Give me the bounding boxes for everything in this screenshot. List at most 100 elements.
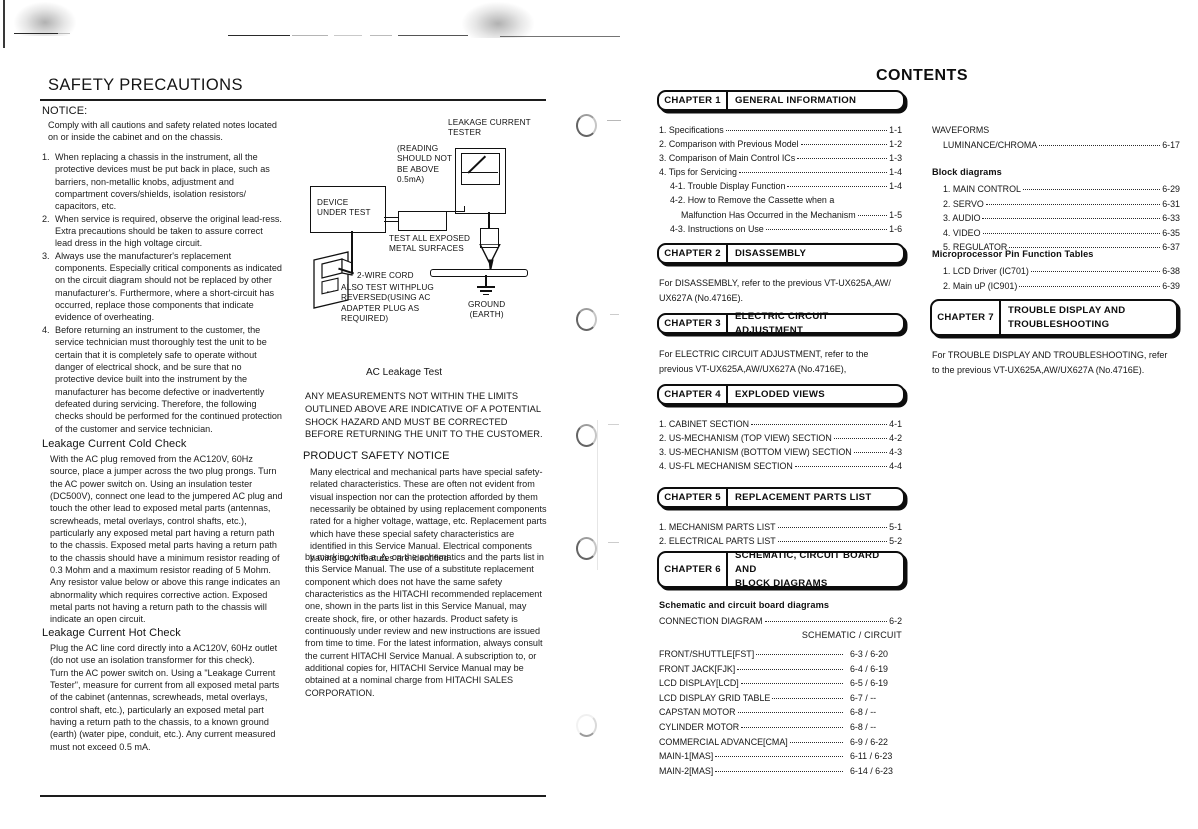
toc-row[interactable]: Malfunction Has Occurred in the Mechanis… bbox=[659, 208, 902, 222]
scan-tick-line bbox=[292, 35, 328, 36]
chapter-box-1: CHAPTER 1 GENERAL INFORMATION bbox=[657, 90, 905, 111]
toc-row[interactable]: 1. CABINET SECTION 4-1 bbox=[659, 417, 902, 431]
block-diagrams-heading: Block diagrams bbox=[932, 167, 1002, 177]
page-title: SAFETY PRECAUTIONS bbox=[48, 76, 243, 94]
scan-tick-line bbox=[58, 33, 70, 34]
two-wire-cord-vertical bbox=[351, 231, 353, 273]
chapter-title: REPLACEMENT PARTS LIST bbox=[735, 491, 872, 503]
ac-leakage-test-diagram: LEAKAGE CURRENT TESTER (READING SHOULD N… bbox=[300, 110, 556, 355]
toc-row[interactable]: 2. Comparison with Previous Model 1-2 bbox=[659, 137, 902, 151]
toc-row[interactable]: CAPSTAN MOTOR 6-8 / -- bbox=[659, 705, 902, 720]
leader-dots bbox=[715, 756, 843, 758]
leader-dots bbox=[741, 726, 843, 728]
list-item: 3. Always use the manufacturer's replacem… bbox=[42, 250, 282, 323]
toc-row[interactable]: MAIN-1[MAS] 6-11 / 6-23 bbox=[659, 749, 902, 764]
list-item: 1. When replacing a chassis in the instru… bbox=[42, 152, 270, 212]
leader-dots bbox=[1039, 145, 1161, 146]
toc-row[interactable]: 1. Specifications 1-1 bbox=[659, 123, 902, 137]
toc-row[interactable]: LCD DISPLAY GRID TABLE 6-7 / -- bbox=[659, 691, 902, 706]
diagram-label-device: DEVICE UNDER TEST bbox=[317, 198, 371, 218]
leader-dots bbox=[764, 621, 888, 622]
ground-stem bbox=[485, 275, 487, 286]
diagram-label-ground: GROUND (EARTH) bbox=[468, 300, 506, 320]
ground-probe-tip-icon bbox=[479, 244, 501, 270]
leader-dots bbox=[725, 130, 888, 131]
leader-dots bbox=[982, 218, 1161, 220]
scan-smudge bbox=[462, 2, 534, 38]
dut-to-probe-lead-bottom bbox=[384, 221, 398, 223]
product-safety-body-part1: Many electrical and mechanical parts hav… bbox=[310, 467, 547, 564]
toc-row[interactable]: 3. Comparison of Main Control ICs 1-3 bbox=[659, 151, 902, 165]
scan-tick-line bbox=[398, 35, 468, 36]
toc-row[interactable]: 4-1. Trouble Display Function 1-4 bbox=[659, 179, 902, 193]
gutter-mark bbox=[610, 314, 619, 315]
toc-row[interactable]: 3. AUDIO 6-33 bbox=[932, 211, 1180, 226]
chapter-box-4: CHAPTER 4 EXPLODED VIEWS bbox=[657, 384, 905, 405]
chapter-number: CHAPTER 6 bbox=[659, 553, 728, 586]
toc-row[interactable]: CYLINDER MOTOR 6-8 / -- bbox=[659, 720, 902, 735]
toc-row[interactable]: 2. ELECTRICAL PARTS LIST 5-2 bbox=[659, 534, 902, 548]
toc-row[interactable]: 1. LCD Driver (IC701) 6-38 bbox=[932, 264, 1180, 279]
toc-row[interactable]: FRONT/SHUTTLE[FST] 6-3 / 6-20 bbox=[659, 647, 902, 662]
toc-row[interactable]: 2. SERVO 6-31 bbox=[932, 197, 1180, 212]
gutter-fold-line bbox=[597, 420, 598, 570]
scan-smudge bbox=[14, 2, 76, 36]
scan-tick-line bbox=[500, 36, 620, 37]
toc-micro-pin-tables: 1. LCD Driver (IC701) 6-38 2. Main uP (I… bbox=[932, 264, 1180, 293]
cold-check-body: With the AC plug removed from the AC120V… bbox=[50, 454, 283, 625]
toc-row[interactable]: 4-2. How to Remove the Cassette when a bbox=[659, 193, 902, 207]
chapter-number: CHAPTER 2 bbox=[659, 245, 728, 262]
toc-row[interactable]: 4. VIDEO 6-35 bbox=[932, 226, 1180, 241]
ground-symbol-bar-1 bbox=[477, 286, 495, 288]
leader-dots bbox=[772, 697, 843, 699]
chapter-2-note: For DISASSEMBLY, refer to the previous V… bbox=[659, 278, 891, 303]
tester-ground-lead bbox=[488, 212, 490, 228]
toc-waveforms: WAVEFORMS LUMINANCE/CHROMA 6-17 bbox=[932, 123, 1180, 153]
toc-row[interactable]: 2. Main uP (IC901) 6-39 bbox=[932, 279, 1180, 294]
notice-heading: NOTICE: bbox=[42, 105, 88, 117]
chapter-box-5: CHAPTER 5 REPLACEMENT PARTS LIST bbox=[657, 487, 905, 508]
gutter-mark bbox=[608, 424, 619, 425]
chapter-title: EXPLODED VIEWS bbox=[735, 388, 825, 400]
toc-row[interactable]: 4. Tips for Servicing 1-4 bbox=[659, 165, 902, 179]
micro-pin-tables-heading: Microprocessor Pin Function Tables bbox=[932, 249, 1094, 259]
diagram-label-cord: 2-WIRE CORD bbox=[357, 271, 414, 280]
leader-dots bbox=[794, 466, 888, 468]
toc-row[interactable]: COMMERCIAL ADVANCE[CMA] 6-9 / 6-22 bbox=[659, 735, 902, 750]
toc-row[interactable]: 4. US-FL MECHANISM SECTION 4-4 bbox=[659, 459, 902, 473]
leader-dots bbox=[740, 683, 843, 685]
scan-tick-line bbox=[334, 35, 362, 36]
notice-body: Comply with all cautions and safety rela… bbox=[48, 120, 277, 143]
diagram-label-test-exposed: TEST ALL EXPOSED METAL SURFACES bbox=[389, 234, 471, 254]
chapter-number: CHAPTER 5 bbox=[659, 489, 728, 506]
hot-check-body: Plug the AC line cord directly into a AC… bbox=[50, 643, 280, 752]
binder-hole bbox=[576, 114, 597, 137]
toc-chapter-6-schematics: FRONT/SHUTTLE[FST] 6-3 / 6-20 FRONT JACK… bbox=[659, 647, 902, 778]
schematic-circuit-column-header: SCHEMATIC / CIRCUIT bbox=[801, 630, 902, 640]
dut-to-probe-lead-top bbox=[384, 217, 398, 219]
toc-row[interactable]: FRONT JACK[FJK] 6-4 / 6-19 bbox=[659, 662, 902, 677]
toc-row[interactable]: 4-3. Instructions on Use 1-6 bbox=[659, 222, 902, 236]
toc-row[interactable]: CONNECTION DIAGRAM 6-2 bbox=[659, 614, 902, 628]
toc-row[interactable]: MAIN-2[MAS] 6-14 / 6-23 bbox=[659, 764, 902, 779]
toc-row[interactable]: LUMINANCE/CHROMA 6-17 bbox=[932, 138, 1180, 153]
chapter-number: CHAPTER 7 bbox=[932, 301, 1001, 334]
toc-row[interactable]: 1. MECHANISM PARTS LIST 5-1 bbox=[659, 520, 902, 534]
leader-dots bbox=[751, 424, 888, 425]
leader-dots bbox=[715, 770, 843, 772]
chapter-box-6: CHAPTER 6 SCHEMATIC, CIRCUIT BOARD AND B… bbox=[657, 550, 905, 589]
leader-dots bbox=[985, 203, 1161, 205]
toc-row[interactable]: 1. MAIN CONTROL 6-29 bbox=[932, 182, 1180, 197]
product-safety-body-part2: by marking with a on the schematics and … bbox=[305, 551, 550, 699]
measurement-warning: ANY MEASUREMENTS NOT WITHIN THE LIMITS O… bbox=[305, 391, 543, 440]
diagram-label-reading: (READING SHOULD NOT BE ABOVE 0.5mA) bbox=[397, 144, 453, 185]
toc-row[interactable]: 3. US-MECHANISM (BOTTOM VIEW) SECTION 4-… bbox=[659, 445, 902, 459]
toc-row[interactable]: LCD DISPLAY[LCD] 6-5 / 6-19 bbox=[659, 676, 902, 691]
contents-title: CONTENTS bbox=[876, 67, 968, 84]
scan-tick-line bbox=[14, 33, 58, 34]
chapter-3-note: For ELECTRIC CIRCUIT ADJUSTMENT, refer t… bbox=[659, 349, 869, 374]
toc-connection-diagram: CONNECTION DIAGRAM 6-2 bbox=[659, 614, 902, 628]
toc-row[interactable]: 2. US-MECHANISM (TOP VIEW) SECTION 4-2 bbox=[659, 431, 902, 445]
toc-chapter-1: 1. Specifications 1-1 2. Comparison with… bbox=[659, 123, 902, 236]
diagram-label-also-test: ALSO TEST WITHPLUG REVERSED(USING AC ADA… bbox=[341, 283, 434, 324]
